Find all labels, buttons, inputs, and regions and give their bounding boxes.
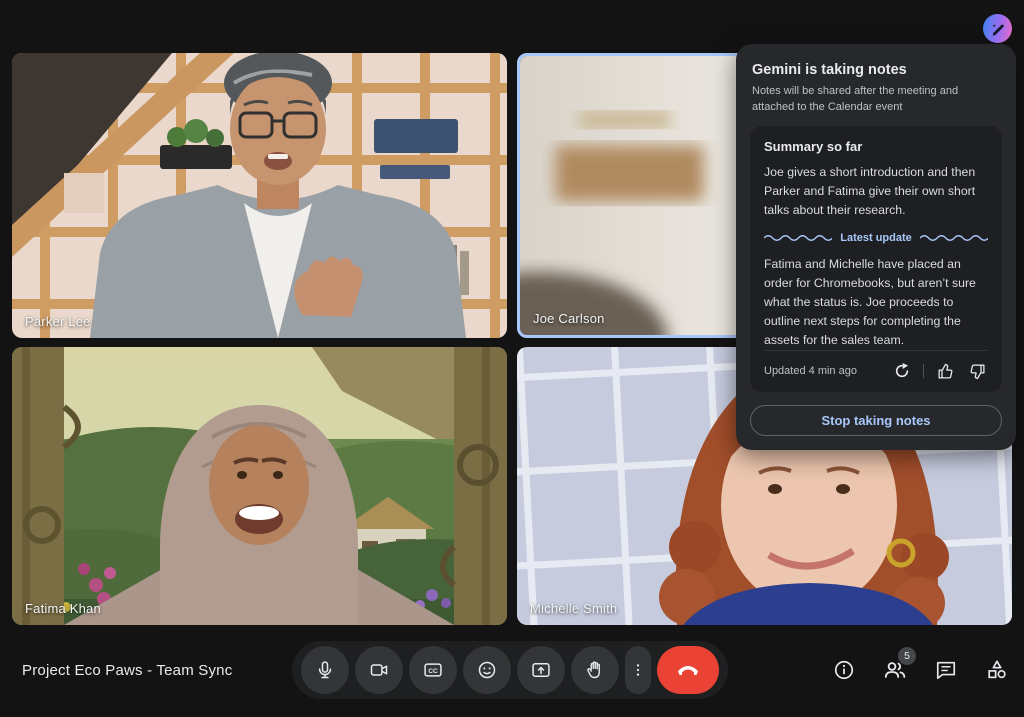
latest-update-label: Latest update [840, 232, 912, 245]
thumb-down-icon [970, 364, 985, 379]
more-options-button[interactable] [625, 646, 651, 694]
more-vert-icon [636, 664, 640, 676]
gemini-notes-panel: Gemini is taking notes Notes will be sha… [736, 44, 1016, 450]
gemini-pen-spark-icon [991, 23, 1004, 36]
svg-text:CC: CC [428, 668, 438, 675]
activities-button[interactable] [984, 657, 1010, 683]
info-button[interactable] [831, 657, 857, 683]
present-screen-button[interactable] [517, 646, 565, 694]
video-tile-parker[interactable]: Parker Lee [12, 53, 507, 338]
summary-footer: Updated 4 min ago [764, 350, 988, 382]
footer-divider [923, 364, 924, 379]
present-screen-icon [532, 663, 550, 677]
raise-hand-button[interactable] [571, 646, 619, 694]
thumb-up-button[interactable] [934, 360, 956, 382]
participant-name: Michelle Smith [530, 601, 618, 616]
camera-button[interactable] [355, 646, 403, 694]
raise-hand-icon [587, 661, 600, 679]
video-feed [12, 347, 507, 625]
people-button[interactable]: 5 [882, 647, 916, 683]
summary-title: Summary so far [764, 138, 863, 154]
captions-icon: CC [424, 663, 442, 677]
emoji-icon [478, 661, 496, 679]
updated-timestamp: Updated 4 min ago [764, 365, 857, 378]
meeting-info-controls: 5 [831, 647, 1010, 692]
participant-count-badge: 5 [898, 647, 916, 665]
refresh-icon [895, 363, 909, 378]
gemini-notes-fab[interactable] [983, 14, 1012, 43]
gemini-panel-title: Gemini is taking notes [752, 62, 907, 78]
call-controls-bar: CC [292, 641, 728, 699]
info-icon [834, 660, 854, 680]
latest-update-divider: Latest update [764, 232, 989, 245]
gemini-panel-subtitle: Notes will be shared after the meeting a… [752, 85, 959, 113]
videocam-icon [370, 664, 388, 676]
end-call-button[interactable] [657, 646, 719, 694]
mic-button[interactable] [301, 646, 349, 694]
video-tile-fatima[interactable]: Fatima Khan [12, 347, 507, 625]
captions-button[interactable]: CC [409, 646, 457, 694]
participant-name: Parker Lee [25, 314, 91, 329]
mic-icon [318, 661, 332, 679]
stop-taking-notes-button[interactable]: Stop taking notes [750, 405, 1002, 436]
thumb-down-button[interactable] [966, 360, 988, 382]
activities-icon [988, 660, 1006, 679]
end-call-icon [678, 666, 698, 676]
participant-name: Fatima Khan [25, 601, 101, 616]
latest-update-text: Fatima and Michelle have placed an order… [764, 257, 976, 348]
summary-card: Summary so far Joe gives a short introdu… [750, 125, 1002, 393]
wavy-divider-icon [764, 235, 833, 241]
wavy-divider-icon [919, 235, 989, 241]
summary-text: Joe gives a short introduction and then … [764, 164, 976, 217]
reactions-button[interactable] [463, 646, 511, 694]
chat-icon [936, 661, 956, 680]
chat-button[interactable] [933, 657, 959, 683]
meeting-title: Project Eco Paws - Team Sync [22, 662, 233, 679]
thumb-up-icon [937, 363, 952, 379]
refresh-button[interactable] [891, 360, 913, 382]
participant-name: Joe Carlson [533, 311, 605, 326]
video-feed [12, 53, 507, 338]
meet-window: Parker Lee Joe Carlson Fatima Khan Miche… [0, 0, 1024, 717]
